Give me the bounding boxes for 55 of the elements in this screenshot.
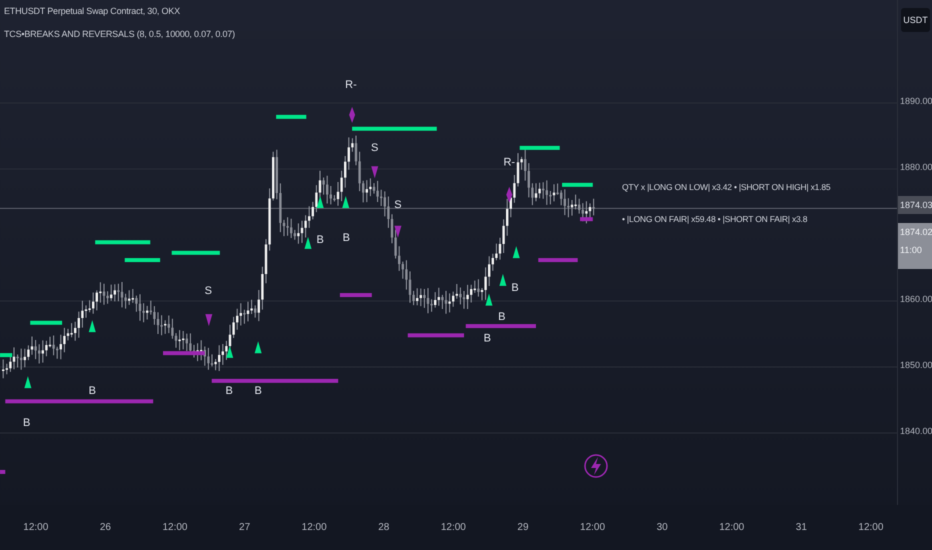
- time-label: 12:00: [161, 522, 188, 533]
- up-triangle-icon: [316, 196, 324, 208]
- price-label: 1860.00: [900, 294, 932, 304]
- up-triangle-icon: [485, 294, 492, 306]
- time-label: 12:00: [22, 522, 50, 533]
- down-triangle-icon: [371, 166, 378, 178]
- signal-label: B: [484, 332, 491, 344]
- up-triangle-icon: [24, 376, 32, 388]
- diamond-icon: [349, 106, 356, 123]
- up-triangle-icon: [88, 320, 96, 332]
- time-label: 27: [238, 522, 252, 533]
- diamond-icon: [506, 186, 512, 203]
- price-label: 1880.00: [900, 162, 932, 172]
- signal-label: S: [394, 198, 402, 211]
- signal-label: S: [204, 284, 212, 297]
- signal-label: B: [498, 311, 506, 324]
- signal-label: B: [511, 282, 519, 294]
- signal-label: R-: [503, 156, 516, 169]
- summary-text: • |LONG ON FAIR| x59.48 • |SHORT ON FAIR| x3.8: [622, 214, 808, 224]
- time-label: 12:00: [857, 522, 884, 533]
- time-label: 12:00: [440, 522, 467, 533]
- up-triangle-icon: [342, 196, 350, 208]
- time-label: 12:00: [718, 522, 746, 533]
- signal-label: B: [88, 385, 96, 398]
- price-label: 1890.00: [900, 96, 932, 106]
- up-triangle-icon: [499, 274, 506, 286]
- time-label: 12:00: [579, 522, 606, 533]
- signal-label: B: [254, 385, 262, 398]
- lightning-icon[interactable]: [584, 454, 608, 478]
- signal-label: B: [23, 416, 30, 429]
- time-label: 28: [377, 522, 390, 533]
- down-triangle-icon: [394, 226, 402, 238]
- down-triangle-icon: [205, 314, 212, 326]
- price-tag: 1874.02 11:00: [898, 223, 932, 270]
- time-label: 12:00: [300, 522, 328, 533]
- summary-text: QTY x |LONG ON LOW| x3.42 • |SHORT ON HIGH| x1.85: [622, 182, 830, 192]
- price-label: 1850.00: [900, 360, 932, 370]
- signal-label: B: [316, 234, 324, 246]
- currency-button[interactable]: USDT: [901, 8, 930, 32]
- time-label: 31: [794, 522, 808, 533]
- price-tag: 1874.03: [898, 196, 932, 214]
- up-triangle-icon: [254, 341, 262, 354]
- signal-label: B: [225, 385, 233, 398]
- time-label: 30: [656, 522, 669, 533]
- time-label: 29: [516, 522, 530, 533]
- price-label: 1840.00: [900, 426, 932, 436]
- indicator-label: TCS•BREAKS AND REVERSALS (8, 0.5, 10000, 0.07, 0.07): [4, 29, 235, 39]
- signal-label: S: [371, 142, 378, 154]
- symbol-title: ETHUSDT Perpetual Swap Contract, 30, OKX: [4, 6, 181, 16]
- signal-label: R-: [345, 78, 357, 91]
- up-triangle-icon: [304, 236, 312, 249]
- signal-label: B: [342, 232, 350, 244]
- time-label: 26: [98, 522, 112, 533]
- up-triangle-icon: [512, 246, 520, 258]
- up-triangle-icon: [226, 346, 234, 358]
